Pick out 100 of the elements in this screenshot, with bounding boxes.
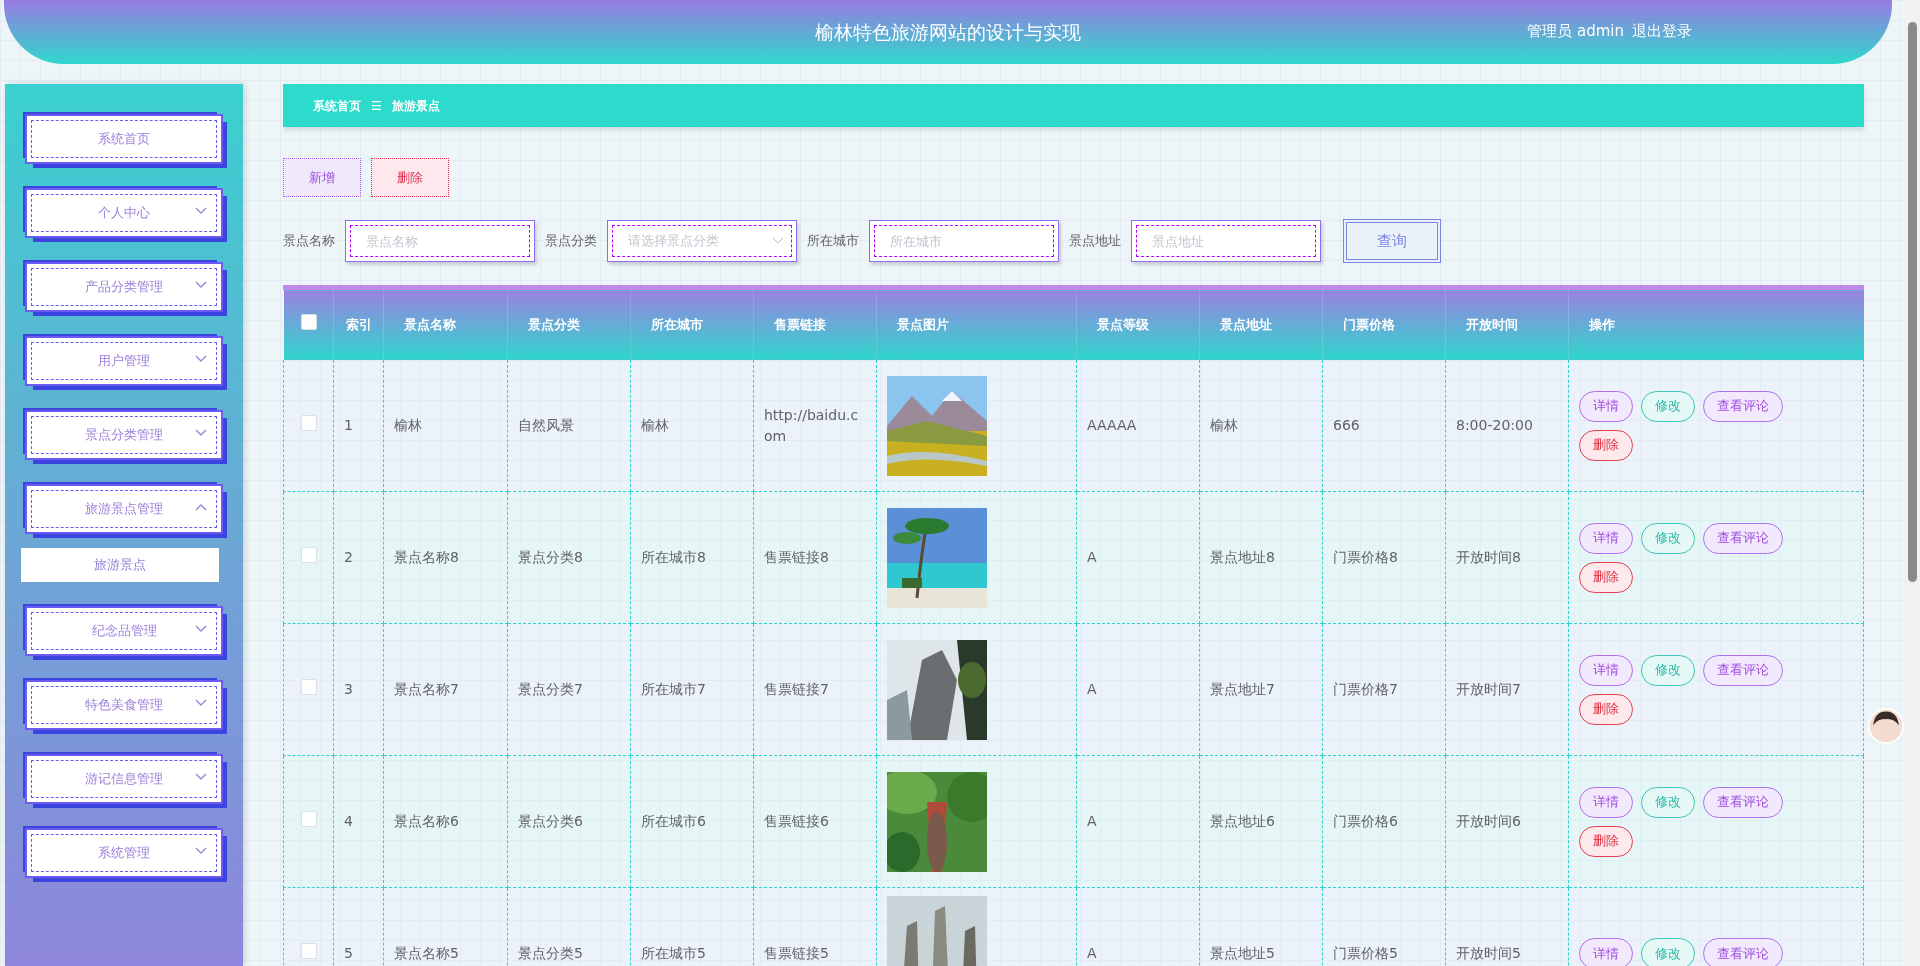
table-cell: 5 [344, 945, 353, 961]
table-cell: http://baidu.com [764, 406, 859, 444]
column-header: 操作 [1589, 316, 1615, 332]
detail-button[interactable]: 详情 [1579, 938, 1633, 966]
table-cell: 所在城市6 [641, 813, 706, 829]
select-field[interactable]: 请选择景点分类 [607, 220, 797, 262]
delete-button[interactable]: 删除 [371, 158, 449, 197]
table-cell: 开放时间5 [1456, 945, 1521, 961]
column-header: 景点等级 [1097, 316, 1149, 332]
edit-button[interactable]: 修改 [1641, 786, 1695, 818]
table-cell: 开放时间7 [1456, 681, 1521, 697]
comments-button[interactable]: 查看评论 [1703, 390, 1783, 422]
column-header: 景点图片 [897, 316, 949, 332]
table-cell: 666 [1333, 417, 1360, 433]
table-cell: A [1087, 813, 1097, 829]
column-header: 索引 [345, 316, 372, 332]
filter-label: 景点分类 [545, 232, 597, 251]
table-cell: 景点地址7 [1210, 681, 1275, 697]
comments-button[interactable]: 查看评论 [1703, 938, 1783, 966]
table-cell: 景点名称5 [394, 945, 459, 961]
edit-button[interactable]: 修改 [1641, 654, 1695, 686]
checkbox[interactable] [300, 810, 317, 827]
table-cell: 榆林 [1210, 417, 1238, 433]
table-cell: 景点分类7 [518, 681, 583, 697]
column-header: 门票价格 [1343, 316, 1395, 332]
breadcrumb-current: 旅游景点 [391, 97, 440, 115]
table-cell: 景点名称6 [394, 813, 459, 829]
table-cell: 4 [344, 813, 353, 829]
comments-button[interactable]: 查看评论 [1703, 522, 1783, 554]
checkbox[interactable] [300, 414, 317, 431]
table-cell: A [1087, 681, 1097, 697]
checkbox[interactable] [300, 313, 317, 330]
comments-button[interactable]: 查看评论 [1703, 654, 1783, 686]
delete-button[interactable]: 删除 [1579, 561, 1633, 593]
table-cell: 所在城市8 [641, 549, 706, 565]
checkbox[interactable] [300, 546, 317, 563]
table-cell: 门票价格5 [1333, 945, 1398, 961]
avatar-icon[interactable] [1868, 708, 1904, 744]
table-cell: 景点名称7 [394, 681, 459, 697]
table-cell: 景点地址8 [1210, 549, 1275, 565]
table-cell: 榆林 [394, 417, 422, 433]
table-cell: 8:00-20:00 [1456, 417, 1533, 433]
search-button[interactable]: 查询 [1343, 219, 1441, 263]
detail-button[interactable]: 详情 [1579, 654, 1633, 686]
table-cell: 售票链接7 [764, 681, 829, 697]
edit-button[interactable]: 修改 [1641, 390, 1695, 422]
table-cell: 榆林 [641, 417, 669, 433]
table-cell: 景点分类6 [518, 813, 583, 829]
column-header: 景点名称 [404, 316, 456, 332]
breadcrumb-separator: ☰ [371, 97, 382, 115]
table-cell: 景点地址5 [1210, 945, 1275, 961]
table-cell: 景点地址6 [1210, 813, 1275, 829]
column-header: 售票链接 [774, 316, 826, 332]
table-cell: AAAAA [1087, 417, 1137, 433]
table-cell: 门票价格6 [1333, 813, 1398, 829]
table-cell: 所在城市7 [641, 681, 706, 697]
table-cell: 1 [344, 417, 353, 433]
table-cell: 售票链接5 [764, 945, 829, 961]
column-header: 景点分类 [528, 316, 580, 332]
table-cell: 3 [344, 681, 353, 697]
input-field[interactable]: 景点名称 [345, 220, 535, 262]
table-cell: 开放时间8 [1456, 549, 1521, 565]
filter-label: 景点名称 [283, 232, 335, 251]
filter-label: 景点地址 [1069, 232, 1121, 251]
edit-button[interactable]: 修改 [1641, 938, 1695, 966]
table-cell: 开放时间6 [1456, 813, 1521, 829]
table-cell: A [1087, 549, 1097, 565]
input-field[interactable]: 所在城市 [869, 220, 1059, 262]
checkbox[interactable] [300, 942, 317, 959]
column-header: 景点地址 [1220, 316, 1272, 332]
detail-button[interactable]: 详情 [1579, 522, 1633, 554]
delete-button[interactable]: 删除 [1579, 429, 1633, 461]
table-cell: 景点分类5 [518, 945, 583, 961]
table-cell: 所在城市5 [641, 945, 706, 961]
submenu-item[interactable]: 旅游景点 [21, 548, 219, 582]
table-cell: 门票价格7 [1333, 681, 1398, 697]
edit-button[interactable]: 修改 [1641, 522, 1695, 554]
filter-label: 所在城市 [807, 232, 859, 251]
checkbox[interactable] [300, 678, 317, 695]
table-cell: A [1087, 945, 1097, 961]
table-cell: 2 [344, 549, 353, 565]
table-cell: 售票链接8 [764, 549, 829, 565]
table-cell: 景点名称8 [394, 549, 459, 565]
add-button[interactable]: 新增 [283, 158, 361, 197]
column-header: 所在城市 [651, 316, 703, 332]
delete-button[interactable]: 删除 [1579, 825, 1633, 857]
detail-button[interactable]: 详情 [1579, 786, 1633, 818]
site-title: 榆林特色旅游网站的设计与实现 [815, 19, 1081, 45]
table-cell: 售票链接6 [764, 813, 829, 829]
delete-button[interactable]: 删除 [1579, 693, 1633, 725]
logout-link[interactable]: 退出登录 [1632, 20, 1692, 43]
user-label: 管理员 admin [1527, 21, 1624, 42]
table-cell: 景点分类8 [518, 549, 583, 565]
table-cell: 自然风景 [518, 417, 574, 433]
comments-button[interactable]: 查看评论 [1703, 786, 1783, 818]
detail-button[interactable]: 详情 [1579, 390, 1633, 422]
column-header: 开放时间 [1466, 316, 1518, 332]
table-cell: 门票价格8 [1333, 549, 1398, 565]
input-field[interactable]: 景点地址 [1131, 220, 1321, 262]
scrollbar[interactable] [1905, 0, 1920, 966]
